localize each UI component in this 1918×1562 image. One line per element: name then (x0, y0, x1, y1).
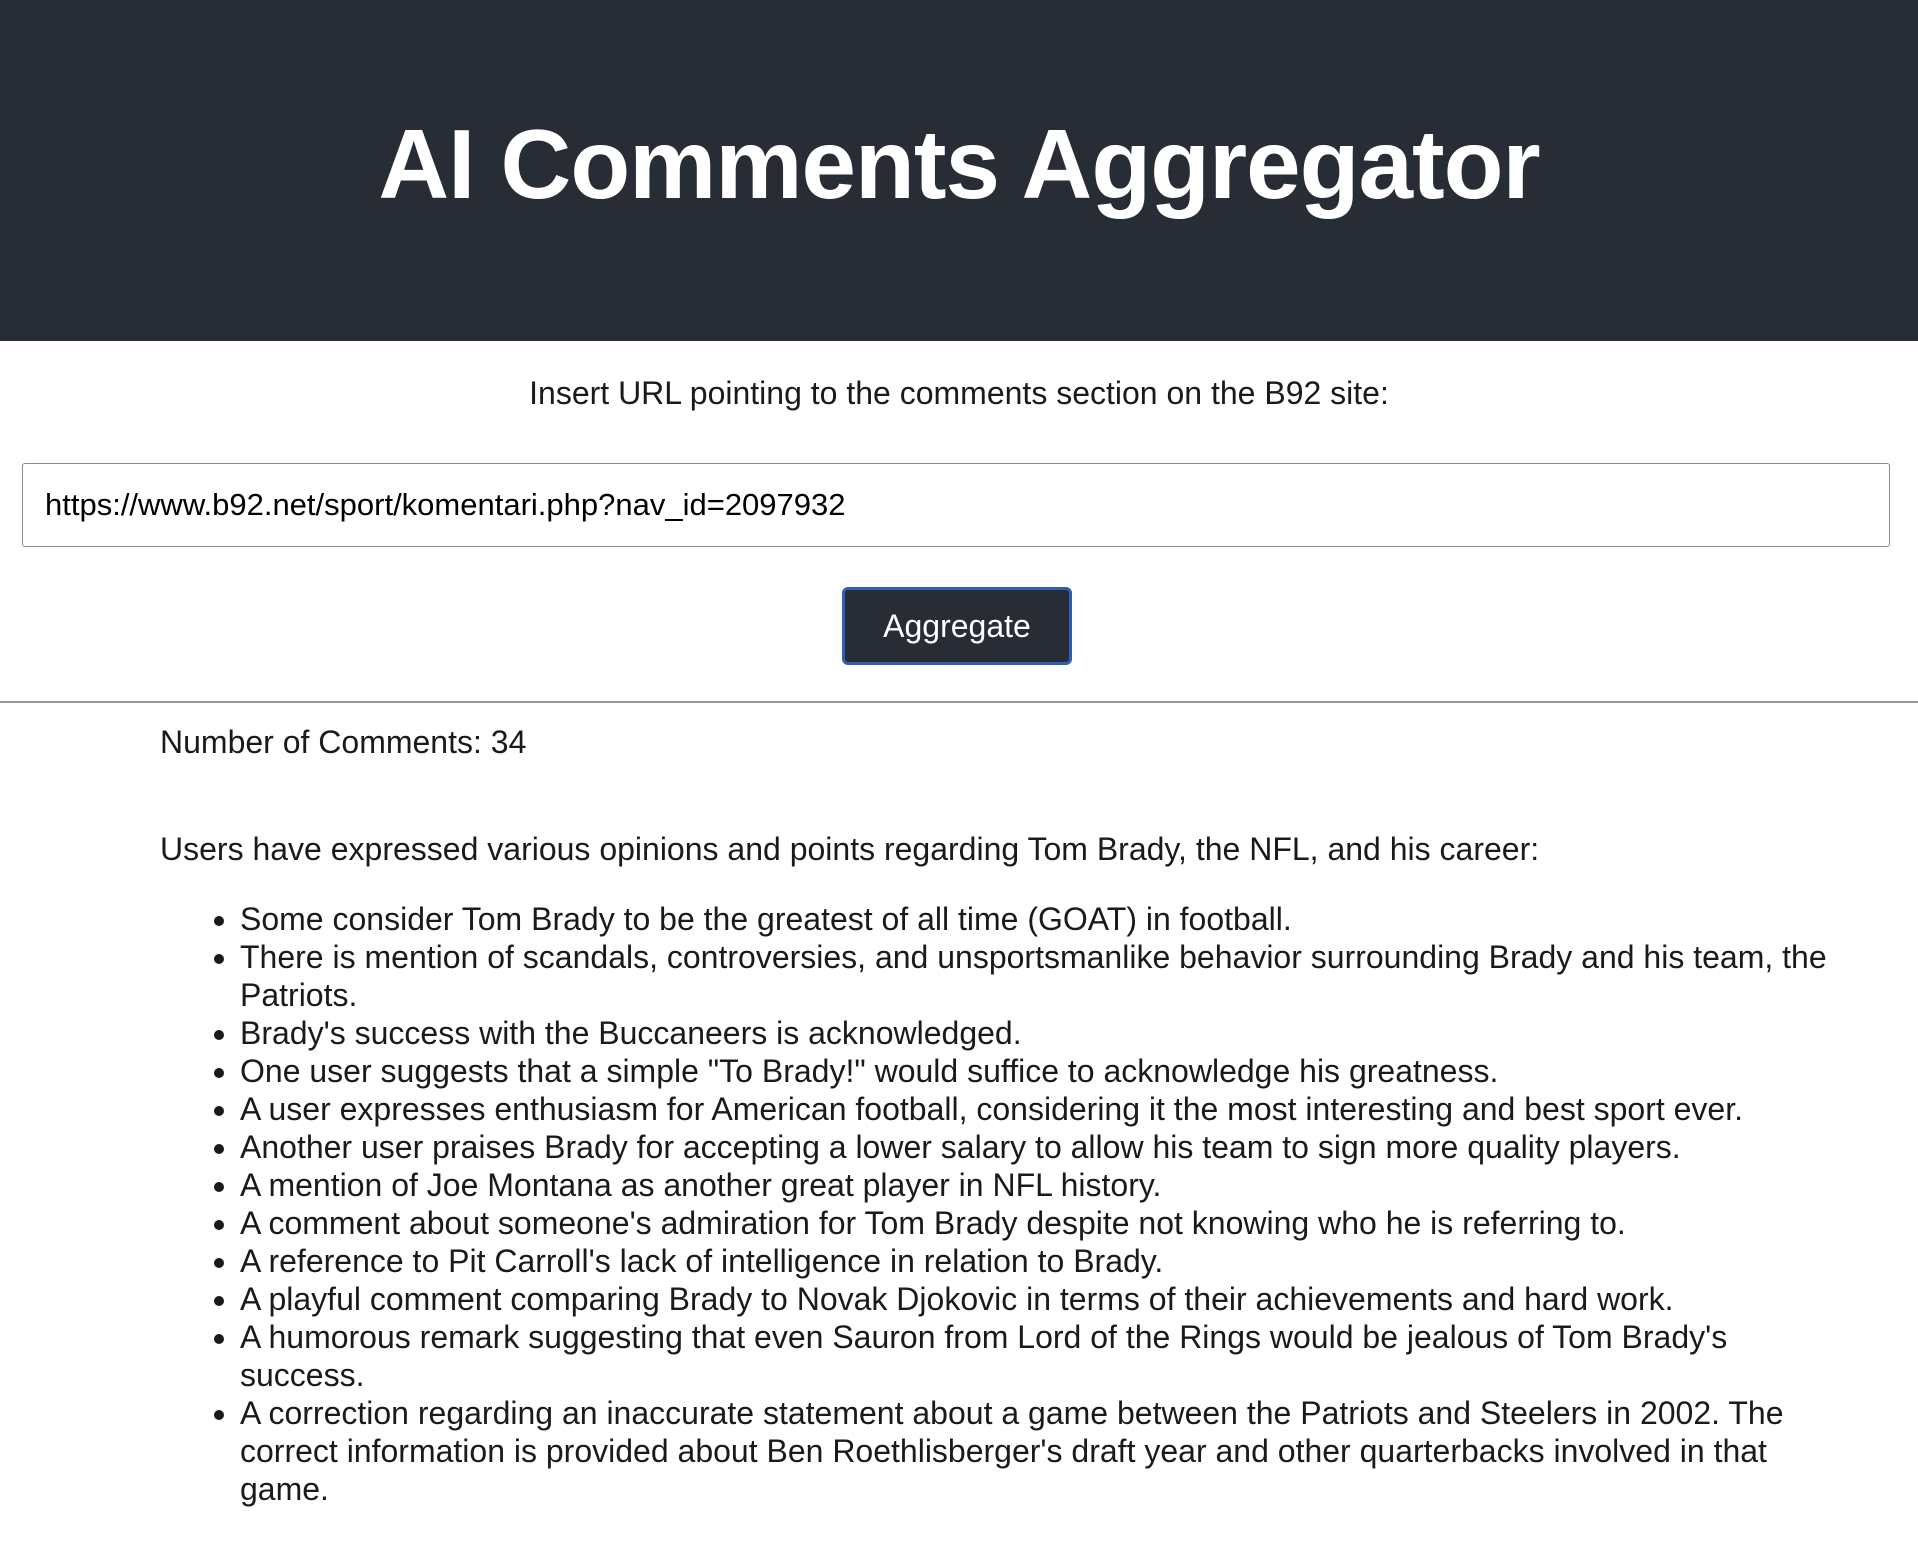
list-item: A comment about someone's admiration for… (240, 1204, 1840, 1242)
list-item: A correction regarding an inaccurate sta… (240, 1394, 1840, 1508)
aggregate-button[interactable]: Aggregate (842, 587, 1072, 665)
list-item: A user expresses enthusiasm for American… (240, 1090, 1840, 1128)
list-item: There is mention of scandals, controvers… (240, 938, 1840, 1014)
list-item: A playful comment comparing Brady to Nov… (240, 1280, 1840, 1318)
list-item: Brady's success with the Buccaneers is a… (240, 1014, 1840, 1052)
list-item: A reference to Pit Carroll's lack of int… (240, 1242, 1840, 1280)
summary-intro: Users have expressed various opinions an… (160, 831, 1540, 867)
list-item: One user suggests that a simple "To Brad… (240, 1052, 1840, 1090)
summary-points-list: Some consider Tom Brady to be the greate… (160, 900, 1840, 1508)
url-input[interactable] (22, 463, 1890, 547)
list-item: A mention of Joe Montana as another grea… (240, 1166, 1840, 1204)
list-item: A humorous remark suggesting that even S… (240, 1318, 1840, 1394)
page-title: AI Comments Aggregator (378, 109, 1540, 219)
divider (0, 701, 1918, 703)
list-item: Another user praises Brady for accepting… (240, 1128, 1840, 1166)
comment-count: Number of Comments: 34 (160, 724, 527, 760)
url-prompt-label: Insert URL pointing to the comments sect… (529, 375, 1389, 411)
app-header: AI Comments Aggregator (0, 0, 1918, 341)
list-item: Some consider Tom Brady to be the greate… (240, 900, 1840, 938)
